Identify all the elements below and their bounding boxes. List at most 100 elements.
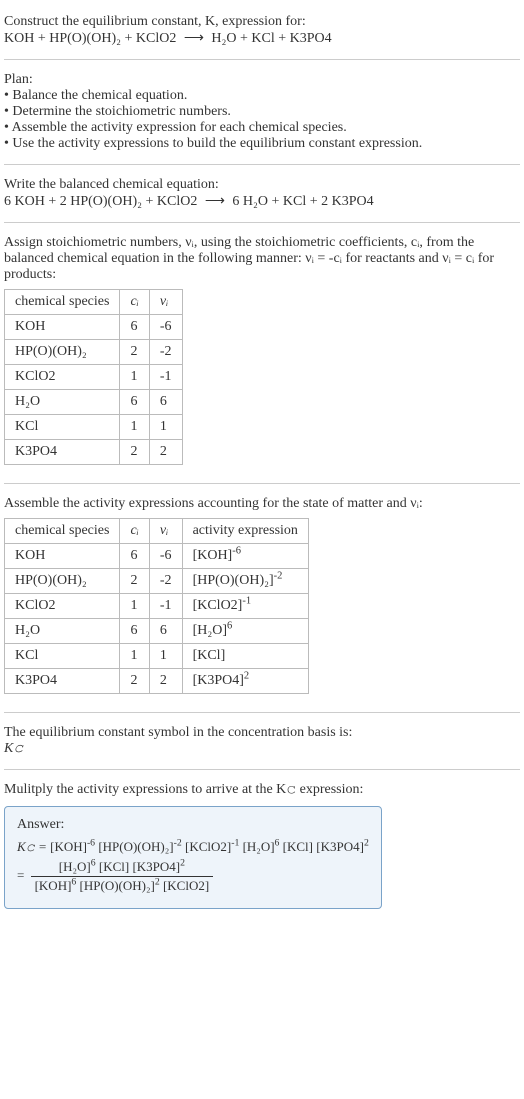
answer-label: Answer: <box>17 817 369 833</box>
kc-symbol-intro: The equilibrium constant symbol in the c… <box>4 725 520 741</box>
term-base: [H₂O] <box>59 859 91 874</box>
col-species: chemical species <box>5 290 120 315</box>
term-base: [KOH] <box>35 878 72 893</box>
cell-activity: [H₂O]6 <box>182 619 308 644</box>
divider <box>4 712 520 713</box>
table-row: KClO21-1 <box>5 365 183 390</box>
balanced-heading: Write the balanced chemical equation: <box>4 177 520 193</box>
divider <box>4 222 520 223</box>
balanced-lhs: 6 KOH + 2 HP(O)(OH)₂ + KClO2 <box>4 194 197 209</box>
act-base: [KOH] <box>193 548 233 563</box>
cell-ci: 2 <box>120 569 149 594</box>
table-row: K3PO4 2 2 [K3PO4]2 <box>5 669 309 694</box>
balanced-block: Write the balanced chemical equation: 6 … <box>4 171 520 216</box>
assign-block: Assign stoichiometric numbers, νᵢ, using… <box>4 229 520 477</box>
cell-ci: 6 <box>120 315 149 340</box>
act-exp: -1 <box>242 595 251 606</box>
equals-sign: = <box>17 867 28 882</box>
act-exp: -2 <box>274 570 283 581</box>
col-activity: activity expression <box>182 519 308 544</box>
plan-heading: Plan: <box>4 72 520 88</box>
cell-vi: 1 <box>149 415 182 440</box>
cell-species: KOH <box>5 315 120 340</box>
table-row: KOH 6 -6 [KOH]-6 <box>5 544 309 569</box>
cell-vi: -2 <box>149 340 182 365</box>
table-row: KCl 1 1 [KCl] <box>5 644 309 669</box>
term-base: [K3PO4] <box>316 839 364 854</box>
plan-item: • Determine the stoichiometric numbers. <box>4 104 520 120</box>
kc-term: [KClO2]-1 <box>185 839 239 854</box>
kc-term: [KCl] <box>99 859 129 874</box>
table-row: HP(O)(OH)₂ 2 -2 [HP(O)(OH)₂]-2 <box>5 569 309 594</box>
table-row: KCl11 <box>5 415 183 440</box>
cell-species: K3PO4 <box>5 440 120 465</box>
term-base: [KOH] <box>50 839 87 854</box>
balanced-equation: 6 KOH + 2 HP(O)(OH)₂ + KClO2 ⟶ 6 H₂O + K… <box>4 193 520 210</box>
prompt-block: Construct the equilibrium constant, K, e… <box>4 8 520 53</box>
cell-ci: 1 <box>120 644 149 669</box>
stoich-table: chemical species cᵢ νᵢ KOH6-6 HP(O)(OH)₂… <box>4 289 183 465</box>
col-ci: cᵢ <box>120 290 149 315</box>
cell-activity: [KClO2]-1 <box>182 594 308 619</box>
term-base: [HP(O)(OH)₂] <box>98 839 173 854</box>
kc-term: [K3PO4]2 <box>316 839 369 854</box>
kc-term: [HP(O)(OH)₂]-2 <box>98 839 181 854</box>
col-vi: νᵢ <box>149 519 182 544</box>
cell-ci: 2 <box>120 669 149 694</box>
multiply-block: Mulitply the activity expressions to arr… <box>4 776 520 919</box>
prompt-title: Construct the equilibrium constant, K, e… <box>4 14 520 30</box>
table-row: H₂O66 <box>5 390 183 415</box>
table-header-row: chemical species cᵢ νᵢ activity expressi… <box>5 519 309 544</box>
cell-ci: 6 <box>120 390 149 415</box>
kc-term: [KOH]6 <box>35 878 77 893</box>
col-species: chemical species <box>5 519 120 544</box>
cell-vi: -6 <box>149 315 182 340</box>
kc-flat-expression: K𝚌 = [KOH]-6 [HP(O)(OH)₂]-2 [KClO2]-1 [H… <box>17 839 369 855</box>
act-base: [H₂O] <box>193 623 227 638</box>
term-base: [K3PO4] <box>132 859 180 874</box>
unbalanced-lhs: KOH + HP(O)(OH)₂ + KClO2 <box>4 31 176 46</box>
multiply-text: Mulitply the activity expressions to arr… <box>4 782 520 798</box>
kc-term: [K3PO4]2 <box>132 859 185 874</box>
kc-denominator: [KOH]6 [HP(O)(OH)₂]2 [KClO2] <box>31 877 214 894</box>
term-exp: 6 <box>275 838 280 849</box>
divider <box>4 769 520 770</box>
cell-ci: 1 <box>120 415 149 440</box>
table-header-row: chemical species cᵢ νᵢ <box>5 290 183 315</box>
cell-vi: 2 <box>149 440 182 465</box>
activity-block: Assemble the activity expressions accoun… <box>4 490 520 706</box>
cell-species: KCl <box>5 415 120 440</box>
cell-ci: 6 <box>120 619 149 644</box>
cell-species: KOH <box>5 544 120 569</box>
act-base: [KClO2] <box>193 598 243 613</box>
plan-item: • Assemble the activity expression for e… <box>4 120 520 136</box>
term-base: [KClO2] <box>163 878 209 893</box>
kc-symbol-block: The equilibrium constant symbol in the c… <box>4 719 520 763</box>
cell-ci: 1 <box>120 594 149 619</box>
cell-species: KCl <box>5 644 120 669</box>
cell-ci: 2 <box>120 340 149 365</box>
act-base: [K3PO4] <box>193 673 244 688</box>
term-exp: 2 <box>155 877 160 888</box>
term-exp: -1 <box>231 838 239 849</box>
term-exp: 6 <box>91 858 96 869</box>
cell-species: KClO2 <box>5 365 120 390</box>
table-row: HP(O)(OH)₂2-2 <box>5 340 183 365</box>
cell-species: HP(O)(OH)₂ <box>5 340 120 365</box>
cell-species: K3PO4 <box>5 669 120 694</box>
cell-vi: -1 <box>149 594 182 619</box>
term-base: [KCl] <box>283 839 313 854</box>
term-exp: 6 <box>71 877 76 888</box>
cell-vi: 6 <box>149 619 182 644</box>
term-base: [H₂O] <box>243 839 275 854</box>
unbalanced-rhs: H₂O + KCl + K3PO4 <box>211 31 331 46</box>
plan-block: Plan: • Balance the chemical equation. •… <box>4 66 520 158</box>
balanced-rhs: 6 H₂O + KCl + 2 K3PO4 <box>232 194 373 209</box>
cell-species: HP(O)(OH)₂ <box>5 569 120 594</box>
cell-vi: -1 <box>149 365 182 390</box>
kc-numerator: [H₂O]6 [KCl] [K3PO4]2 <box>31 859 214 877</box>
act-base: [KCl] <box>193 648 226 663</box>
cell-activity: [K3PO4]2 <box>182 669 308 694</box>
term-base: [KClO2] <box>185 839 231 854</box>
assign-text: Assign stoichiometric numbers, νᵢ, using… <box>4 235 520 283</box>
